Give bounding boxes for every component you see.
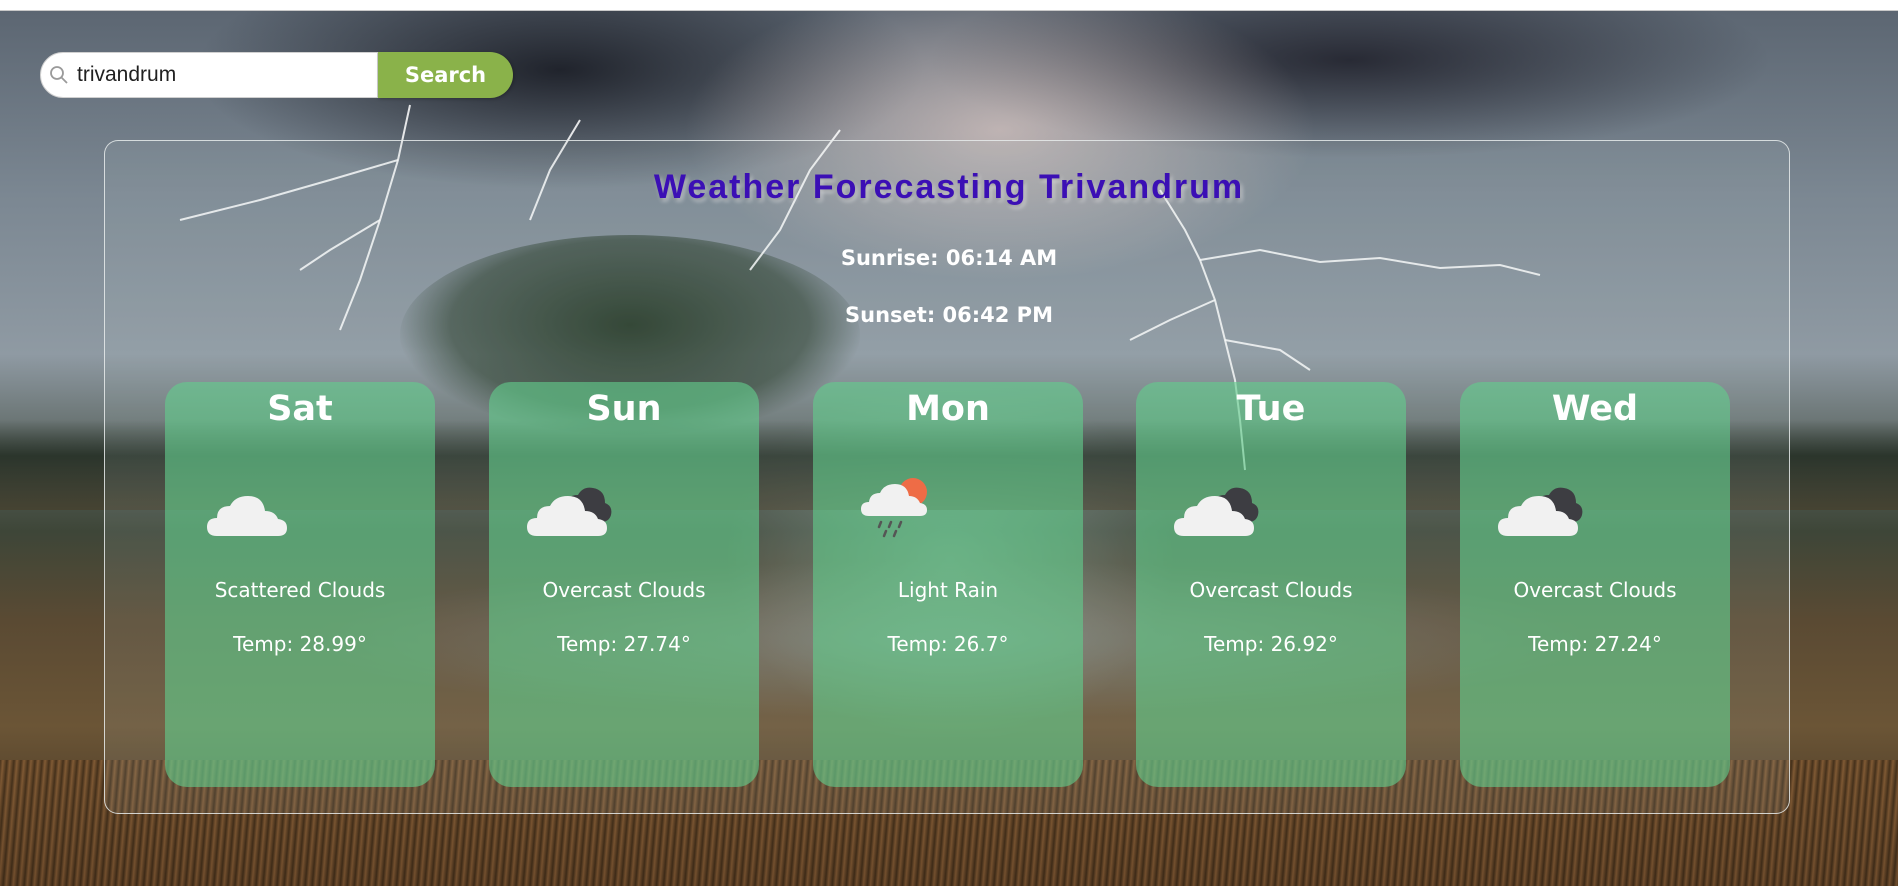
card-temperature: Temp: 26.7° [887,632,1009,656]
card-day-label: Sat [267,389,333,429]
card-temperature: Temp: 28.99° [233,632,367,656]
overcast-clouds-icon [527,487,612,536]
card-temperature: Temp: 26.92° [1204,632,1338,656]
sunrise-time: Sunrise: 06:14 AM [840,246,1058,270]
card-day-label: Tue [1236,389,1306,429]
search-box[interactable] [40,52,378,98]
forecast-card-sun: Sun Overcast Clouds Temp: 27.74° [489,382,759,787]
forecast-card-tue: Tue Overcast Clouds Temp: 26.92° [1136,382,1406,787]
search-input[interactable] [77,55,347,95]
card-temperature: Temp: 27.24° [1528,632,1662,656]
overcast-clouds-icon [1174,487,1259,536]
forecast-card-mon: Mon Light Rain Temp: 26.7° [813,382,1083,787]
card-temperature: Temp: 27.74° [557,632,691,656]
light-rain-icon [861,478,927,538]
search-button[interactable]: Search [378,52,513,98]
browser-top-strip [0,0,1898,11]
card-day-label: Sun [586,389,662,429]
card-description: Scattered Clouds [214,578,386,602]
forecast-card-wed: Wed Overcast Clouds Temp: 27.24° [1460,382,1730,787]
card-description: Overcast Clouds [542,578,706,602]
card-description: Overcast Clouds [1189,578,1353,602]
card-day-label: Wed [1551,389,1639,429]
page-title: Weather Forecasting Trivandrum [653,168,1245,206]
overcast-clouds-icon [1498,487,1583,536]
forecast-card-sat: Sat Scattered Clouds Temp: 28.99° [165,382,435,787]
search-form: Search [40,52,513,100]
card-description: Overcast Clouds [1513,578,1677,602]
scattered-clouds-icon [207,496,287,536]
card-description: Light Rain [897,578,999,602]
search-icon [41,52,77,98]
sunset-time: Sunset: 06:42 PM [845,303,1053,327]
card-day-label: Mon [906,389,990,429]
